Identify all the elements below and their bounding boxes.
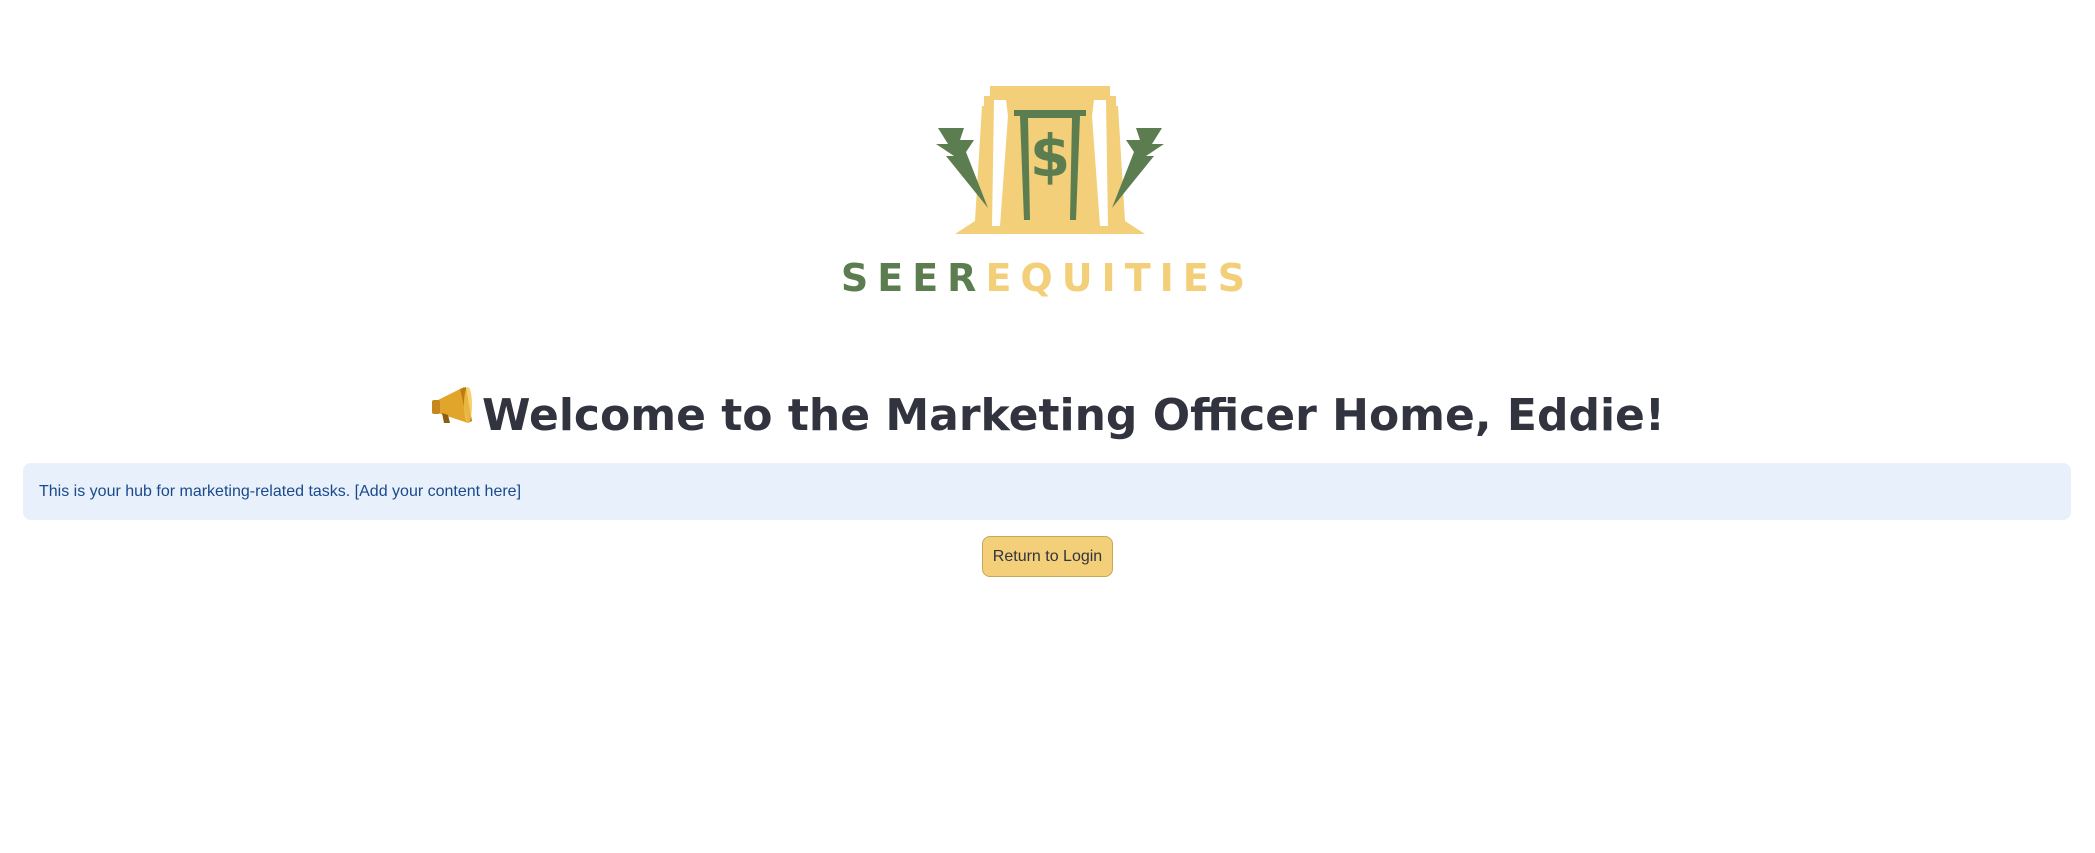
info-alert: This is your hub for marketing-related t… bbox=[23, 463, 2071, 520]
logo-word-seer: SEER bbox=[840, 256, 986, 300]
logo-wordmark: SEEREQUITIES bbox=[841, 256, 1254, 300]
page-title-text: Welcome to the Marketing Officer Home, E… bbox=[482, 390, 1665, 441]
logo: $ SEEREQUITIES bbox=[0, 86, 2095, 300]
return-to-login-button[interactable]: Return to Login bbox=[982, 536, 1113, 577]
return-to-login-label: Return to Login bbox=[992, 547, 1103, 565]
logo-building-icon: $ bbox=[935, 86, 1164, 234]
svg-text:$: $ bbox=[1029, 122, 1069, 190]
logo-word-equities: EQUITIES bbox=[985, 256, 1255, 300]
page-title: Welcome to the Marketing Officer Home, E… bbox=[0, 383, 2095, 449]
megaphone-icon bbox=[430, 380, 476, 446]
page: $ SEEREQUITIES Welcome to the Marketing … bbox=[0, 0, 2095, 853]
info-alert-text: This is your hub for marketing-related t… bbox=[39, 482, 522, 500]
